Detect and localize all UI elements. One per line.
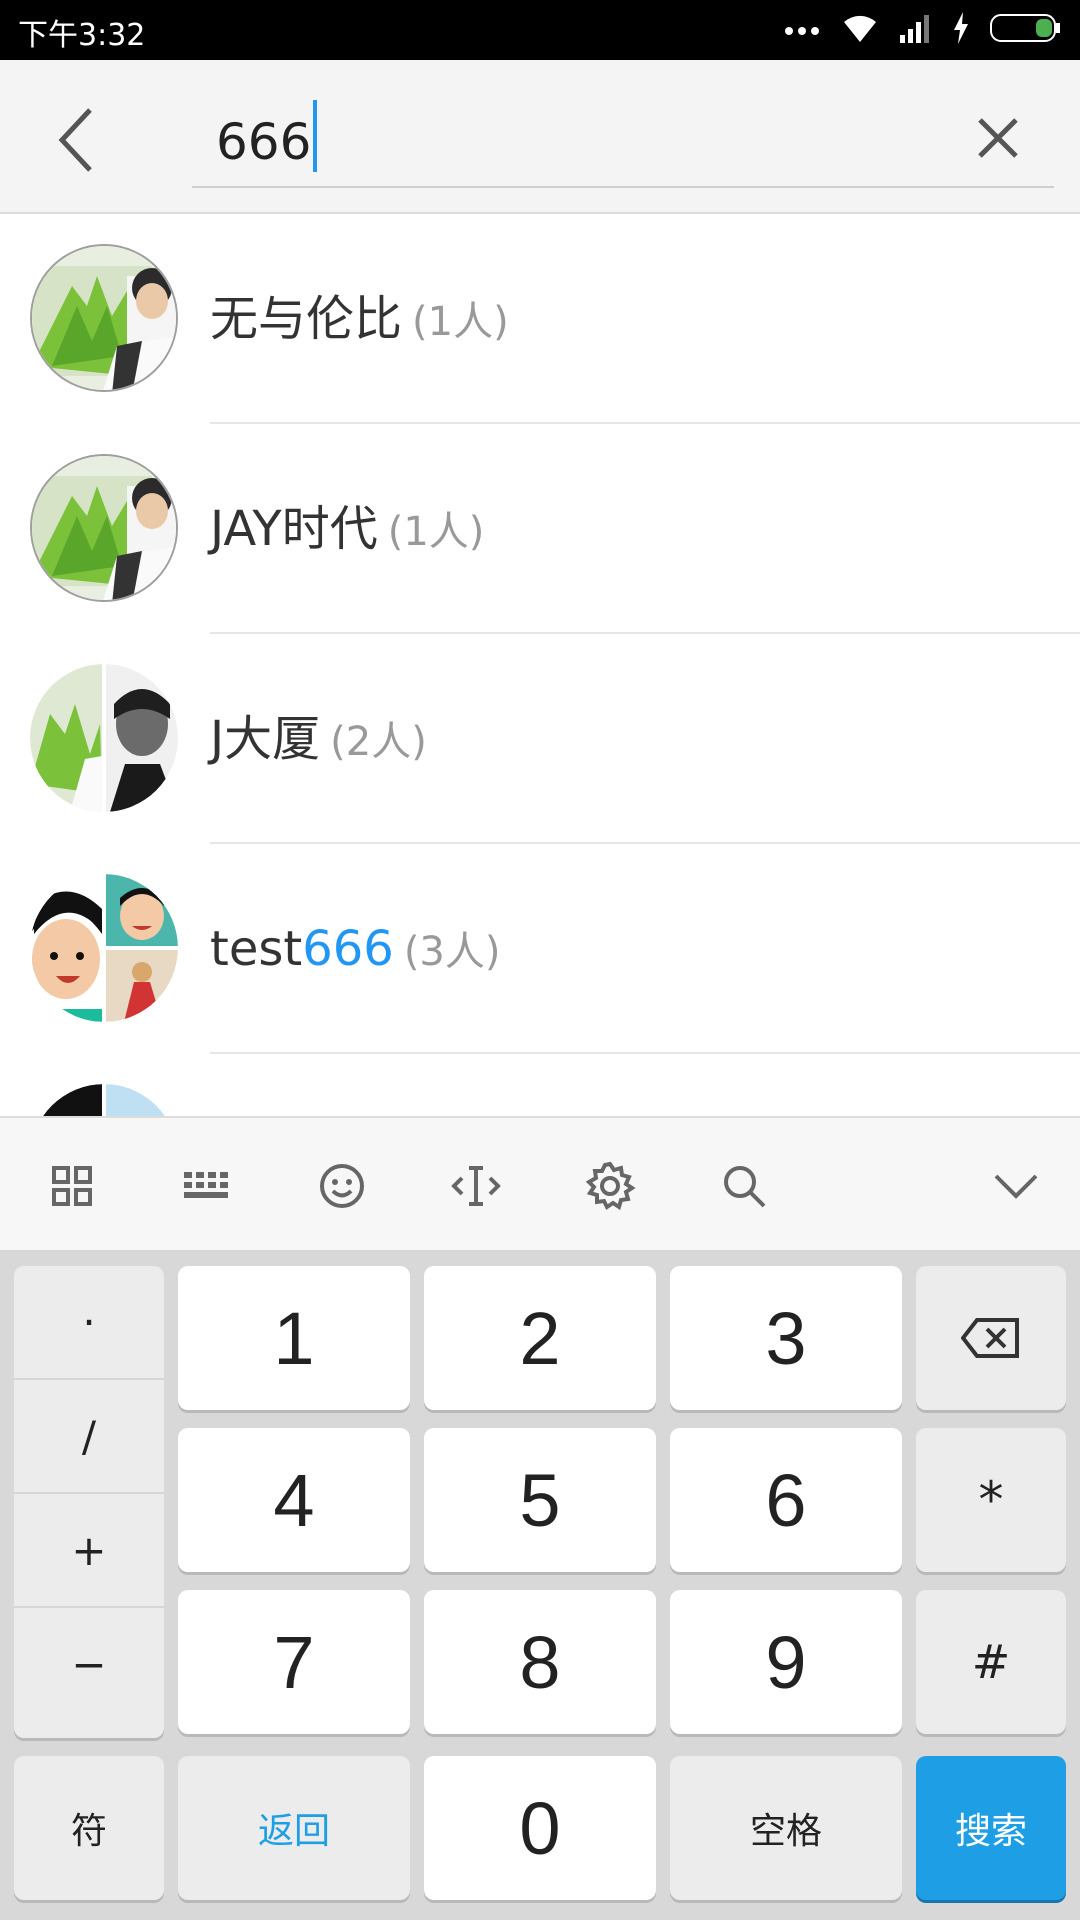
- member-count: (1人): [412, 299, 509, 345]
- key-6[interactable]: 6: [670, 1428, 902, 1572]
- text-caret: [313, 100, 317, 172]
- key-0[interactable]: 0: [424, 1756, 656, 1900]
- list-item[interactable]: [0, 1054, 1080, 1116]
- key-slash[interactable]: /: [14, 1380, 164, 1494]
- backspace-button[interactable]: [916, 1266, 1066, 1410]
- key-minus[interactable]: −: [14, 1608, 164, 1720]
- clear-button[interactable]: [968, 108, 1028, 168]
- member-count: (2人): [330, 719, 427, 765]
- gear-icon[interactable]: [580, 1156, 640, 1216]
- group-name: 无与伦比 (1人): [210, 289, 509, 352]
- avatar: [30, 454, 178, 602]
- list-item[interactable]: JAY时代 (1人): [0, 424, 1080, 634]
- status-icons: [784, 12, 1062, 48]
- group-name: test666 (3人): [210, 919, 500, 982]
- group-name-text: J大厦: [210, 711, 321, 767]
- group-name-text: 无与伦比: [210, 291, 403, 347]
- key-5[interactable]: 5: [424, 1428, 656, 1572]
- search-icon[interactable]: [714, 1156, 774, 1216]
- group-name-text: JAY时代: [210, 501, 378, 557]
- status-time: 下午3:32: [18, 18, 146, 53]
- symbols-button[interactable]: 符: [14, 1756, 164, 1900]
- return-button[interactable]: 返回: [178, 1756, 410, 1900]
- member-count: (1人): [387, 509, 485, 555]
- cursor-icon[interactable]: [446, 1156, 506, 1216]
- result-list: 无与伦比 (1人) JAY时代 (1人) J大厦 (2人) test666 (3…: [0, 214, 1080, 1116]
- numeric-keyboard: · / + − 1 2 3 4 5 6 * 7 8 9 # 符 返回 0 空格 …: [0, 1250, 1080, 1920]
- group-name: JAY时代 (1人): [210, 499, 484, 562]
- search-button[interactable]: 搜索: [916, 1756, 1066, 1900]
- avatar: [30, 1084, 178, 1116]
- key-1[interactable]: 1: [178, 1266, 410, 1410]
- member-count: (3人): [403, 929, 501, 975]
- key-4[interactable]: 4: [178, 1428, 410, 1572]
- return-label: 返回: [257, 1811, 330, 1852]
- key-8[interactable]: 8: [424, 1590, 656, 1734]
- list-item[interactable]: 无与伦比 (1人): [0, 214, 1080, 424]
- keyboard-toolbar: [0, 1116, 1080, 1254]
- group-name: J大厦 (2人): [210, 709, 427, 772]
- avatar: [30, 244, 178, 392]
- avatar: [30, 664, 178, 812]
- key-2[interactable]: 2: [424, 1266, 656, 1410]
- grid-icon[interactable]: [42, 1156, 102, 1216]
- search-header: 666: [0, 60, 1080, 214]
- back-button[interactable]: [50, 100, 110, 180]
- signal-icon: [900, 13, 932, 47]
- group-name-text: test: [210, 921, 303, 977]
- more-icon: [784, 21, 820, 40]
- symbol-column: · / + −: [14, 1266, 164, 1738]
- battery-icon: [990, 13, 1062, 47]
- close-icon: [978, 118, 1018, 158]
- avatar: [30, 874, 178, 1022]
- emoji-icon[interactable]: [312, 1156, 372, 1216]
- list-item[interactable]: J大厦 (2人): [0, 634, 1080, 844]
- status-bar: 下午3:32: [0, 0, 1080, 60]
- key-star[interactable]: *: [916, 1428, 1066, 1572]
- list-item[interactable]: test666 (3人): [0, 844, 1080, 1054]
- key-9[interactable]: 9: [670, 1590, 902, 1734]
- backspace-icon: [961, 1318, 1019, 1358]
- key-plus[interactable]: +: [14, 1494, 164, 1608]
- key-dot[interactable]: ·: [14, 1266, 164, 1380]
- chevron-down-icon[interactable]: [986, 1156, 1046, 1216]
- search-query: 666: [216, 113, 312, 171]
- keyboard-icon[interactable]: [176, 1156, 236, 1216]
- charging-icon: [952, 12, 970, 48]
- match-highlight: 666: [302, 921, 394, 977]
- space-button[interactable]: 空格: [670, 1756, 902, 1900]
- search-input[interactable]: 666: [192, 100, 1054, 188]
- key-7[interactable]: 7: [178, 1590, 410, 1734]
- key-3[interactable]: 3: [670, 1266, 902, 1410]
- chevron-left-icon: [58, 108, 92, 172]
- wifi-icon: [840, 12, 880, 48]
- key-hash[interactable]: #: [916, 1590, 1066, 1734]
